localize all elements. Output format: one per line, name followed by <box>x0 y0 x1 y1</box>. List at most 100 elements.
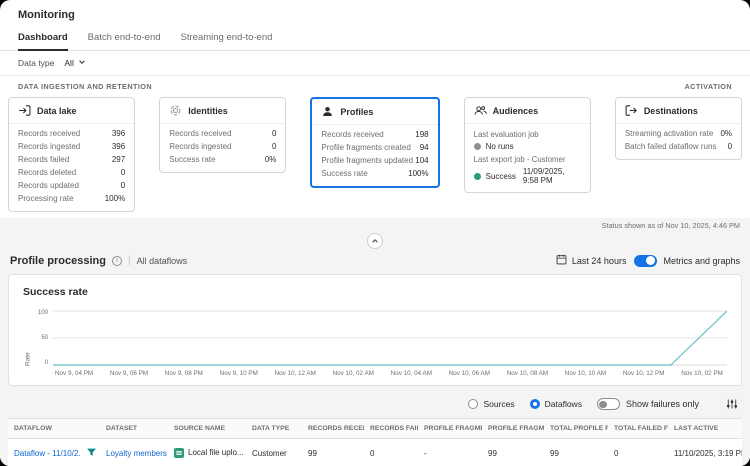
column-header[interactable]: RECORDS RECEIVED <box>302 418 364 439</box>
x-tick-label: Nov 9, 04 PM <box>55 370 94 377</box>
x-tick-label: Nov 10, 06 AM <box>448 370 491 377</box>
data-type-cell: Customer <box>246 438 302 466</box>
card-data-lake[interactable]: Data lake Records received 396 Records ing… <box>8 97 136 212</box>
metric-label: Records received <box>18 129 81 138</box>
column-header[interactable]: DATASET <box>100 418 168 439</box>
metric-value: 396 <box>111 142 126 151</box>
metric-row: Success rate 0% <box>169 153 276 166</box>
last-evaluation-job-label: Last evaluation job <box>473 130 539 139</box>
column-header[interactable]: RECORDS FAILED <box>364 418 418 439</box>
evaluation-status: No runs <box>473 141 581 152</box>
info-icon[interactable] <box>111 255 122 266</box>
show-failures-toggle[interactable]: Show failures only <box>596 398 699 410</box>
radio-sources-circle <box>468 399 479 409</box>
card-title: Identities <box>188 105 228 116</box>
metric-row: Records failed 297 <box>18 153 125 166</box>
success-status-dot <box>473 172 481 180</box>
metric-label: Records ingested <box>169 142 232 151</box>
radio-dataflows[interactable]: Dataflows <box>529 399 582 409</box>
summary-cards: Data lake Records received 396 Records ing… <box>0 95 750 218</box>
identities-icon <box>169 104 182 117</box>
card-profiles[interactable]: Profiles Records received 198 Profile frag… <box>310 97 440 188</box>
tab-streaming-end-to-end[interactable]: Streaming end-to-end <box>181 27 273 50</box>
chart-title: Success rate <box>23 286 88 298</box>
metric-row: Records updated 0 <box>18 179 125 192</box>
card-title: Profiles <box>340 106 374 117</box>
monitoring-window: Monitoring Dashboard Batch end-to-end St… <box>0 0 750 466</box>
table-header-row: DATAFLOW DATASET SOURCE NAME DATA TYPE RECOR… <box>8 418 742 439</box>
total-profile-fragments-cell: 99 <box>544 438 608 466</box>
radio-sources[interactable]: Sources <box>468 399 515 409</box>
metric-value: 100% <box>104 194 126 203</box>
source-icon <box>174 447 184 458</box>
metric-label: Records received <box>321 130 384 139</box>
dataflow-runs-icon[interactable] <box>86 447 97 458</box>
metric-row: Records received 198 <box>321 128 428 141</box>
card-audiences-body: Last evaluation job No runs Last export … <box>465 124 590 192</box>
column-header[interactable]: TOTAL FAILED FLOW ... <box>608 418 668 439</box>
column-header[interactable]: DATAFLOW <box>8 418 80 439</box>
profiles-icon <box>321 105 334 118</box>
column-header[interactable]: DATA TYPE <box>246 418 302 439</box>
filter-settings-icon[interactable] <box>726 398 738 410</box>
metric-row: Records ingested 0 <box>169 140 276 153</box>
tab-batch-end-to-end[interactable]: Batch end-to-end <box>88 27 161 50</box>
chart-plot <box>53 310 727 366</box>
card-title: Audiences <box>492 105 539 116</box>
metric-value: 0% <box>720 129 733 138</box>
collapse-cards-button[interactable] <box>367 233 383 249</box>
profile-fragments-created-cell: - <box>418 438 482 466</box>
y-axis-ticks: 100 50 0 <box>33 310 53 366</box>
card-destinations[interactable]: Destinations Streaming activation rate 0%… <box>614 97 743 160</box>
metric-label: Records received <box>169 129 232 138</box>
app-header: Monitoring <box>0 0 750 27</box>
x-tick-label: Nov 10, 12 PM <box>622 370 665 377</box>
y-tick-label: 50 <box>41 335 48 341</box>
export-status-time: 11/09/2025, 9:58 PM <box>522 167 565 185</box>
x-tick-label: Nov 9, 06 PM <box>109 370 149 377</box>
status-text: Status shown as of Nov 10, 2025, 4:46 PM <box>601 221 740 230</box>
column-header[interactable]: PROFILE FRAGMENTS... <box>418 418 482 439</box>
column-header[interactable]: PROFILE FRAGMENTS... <box>482 418 544 439</box>
dataflow-link[interactable]: Dataflow - 11/10/2... <box>14 449 80 458</box>
evaluation-status-text: No runs <box>485 142 514 151</box>
tab-dashboard[interactable]: Dashboard <box>18 27 68 51</box>
card-metrics: Records received 198 Profile fragments cre… <box>312 125 437 186</box>
chevron-down-icon <box>78 58 86 68</box>
radio-dataflows-label: Dataflows <box>544 399 582 409</box>
column-header[interactable] <box>80 418 100 439</box>
card-identities[interactable]: Identities Records received 0 Records inge… <box>159 97 287 173</box>
metric-value: 0 <box>120 181 126 190</box>
y-tick-label: 0 <box>44 360 48 366</box>
metric-row: Success rate 100% <box>321 167 428 180</box>
last-active-cell: 11/10/2025, 3:19 PM <box>668 438 742 466</box>
x-tick-label: Nov 10, 04 AM <box>390 370 432 377</box>
time-range-selector[interactable]: Last 24 hours <box>556 254 626 267</box>
y-axis-label: Rate <box>24 352 32 366</box>
card-audiences[interactable]: Audiences Last evaluation job No runs La… <box>463 97 591 193</box>
calendar-icon <box>556 254 567 267</box>
all-dataflows-label: All dataflows <box>136 255 188 266</box>
column-header[interactable]: TOTAL PROFILE FRAG... <box>544 418 608 439</box>
column-header[interactable]: LAST ACTIVE <box>668 418 742 439</box>
radio-dataflows-circle <box>529 399 540 409</box>
data-type-dropdown[interactable]: All <box>64 58 85 68</box>
metric-value: 104 <box>415 156 429 165</box>
activation-section-label: ACTIVATION <box>684 82 732 91</box>
dataset-link[interactable]: Loyalty members <box>106 449 167 458</box>
metric-value: 0 <box>271 142 277 151</box>
metric-value: 100% <box>408 169 429 178</box>
metric-value: 0 <box>120 168 126 177</box>
destinations-icon <box>625 104 638 117</box>
header-divider: | <box>127 255 131 266</box>
profile-fragments-updated-cell: 99 <box>482 438 544 466</box>
metrics-graphs-toggle[interactable]: Metrics and graphs <box>634 254 740 267</box>
column-header[interactable]: SOURCE NAME <box>168 418 246 439</box>
profile-processing-title: Profile processing <box>10 254 106 267</box>
filter-bar: Data type All <box>0 51 750 76</box>
x-tick-label: Nov 10, 10 AM <box>564 370 607 377</box>
metric-value: 0% <box>264 155 277 164</box>
page-title: Monitoring <box>18 9 75 21</box>
metric-row: Records deleted 0 <box>18 166 125 179</box>
chevron-up-icon <box>371 232 379 250</box>
